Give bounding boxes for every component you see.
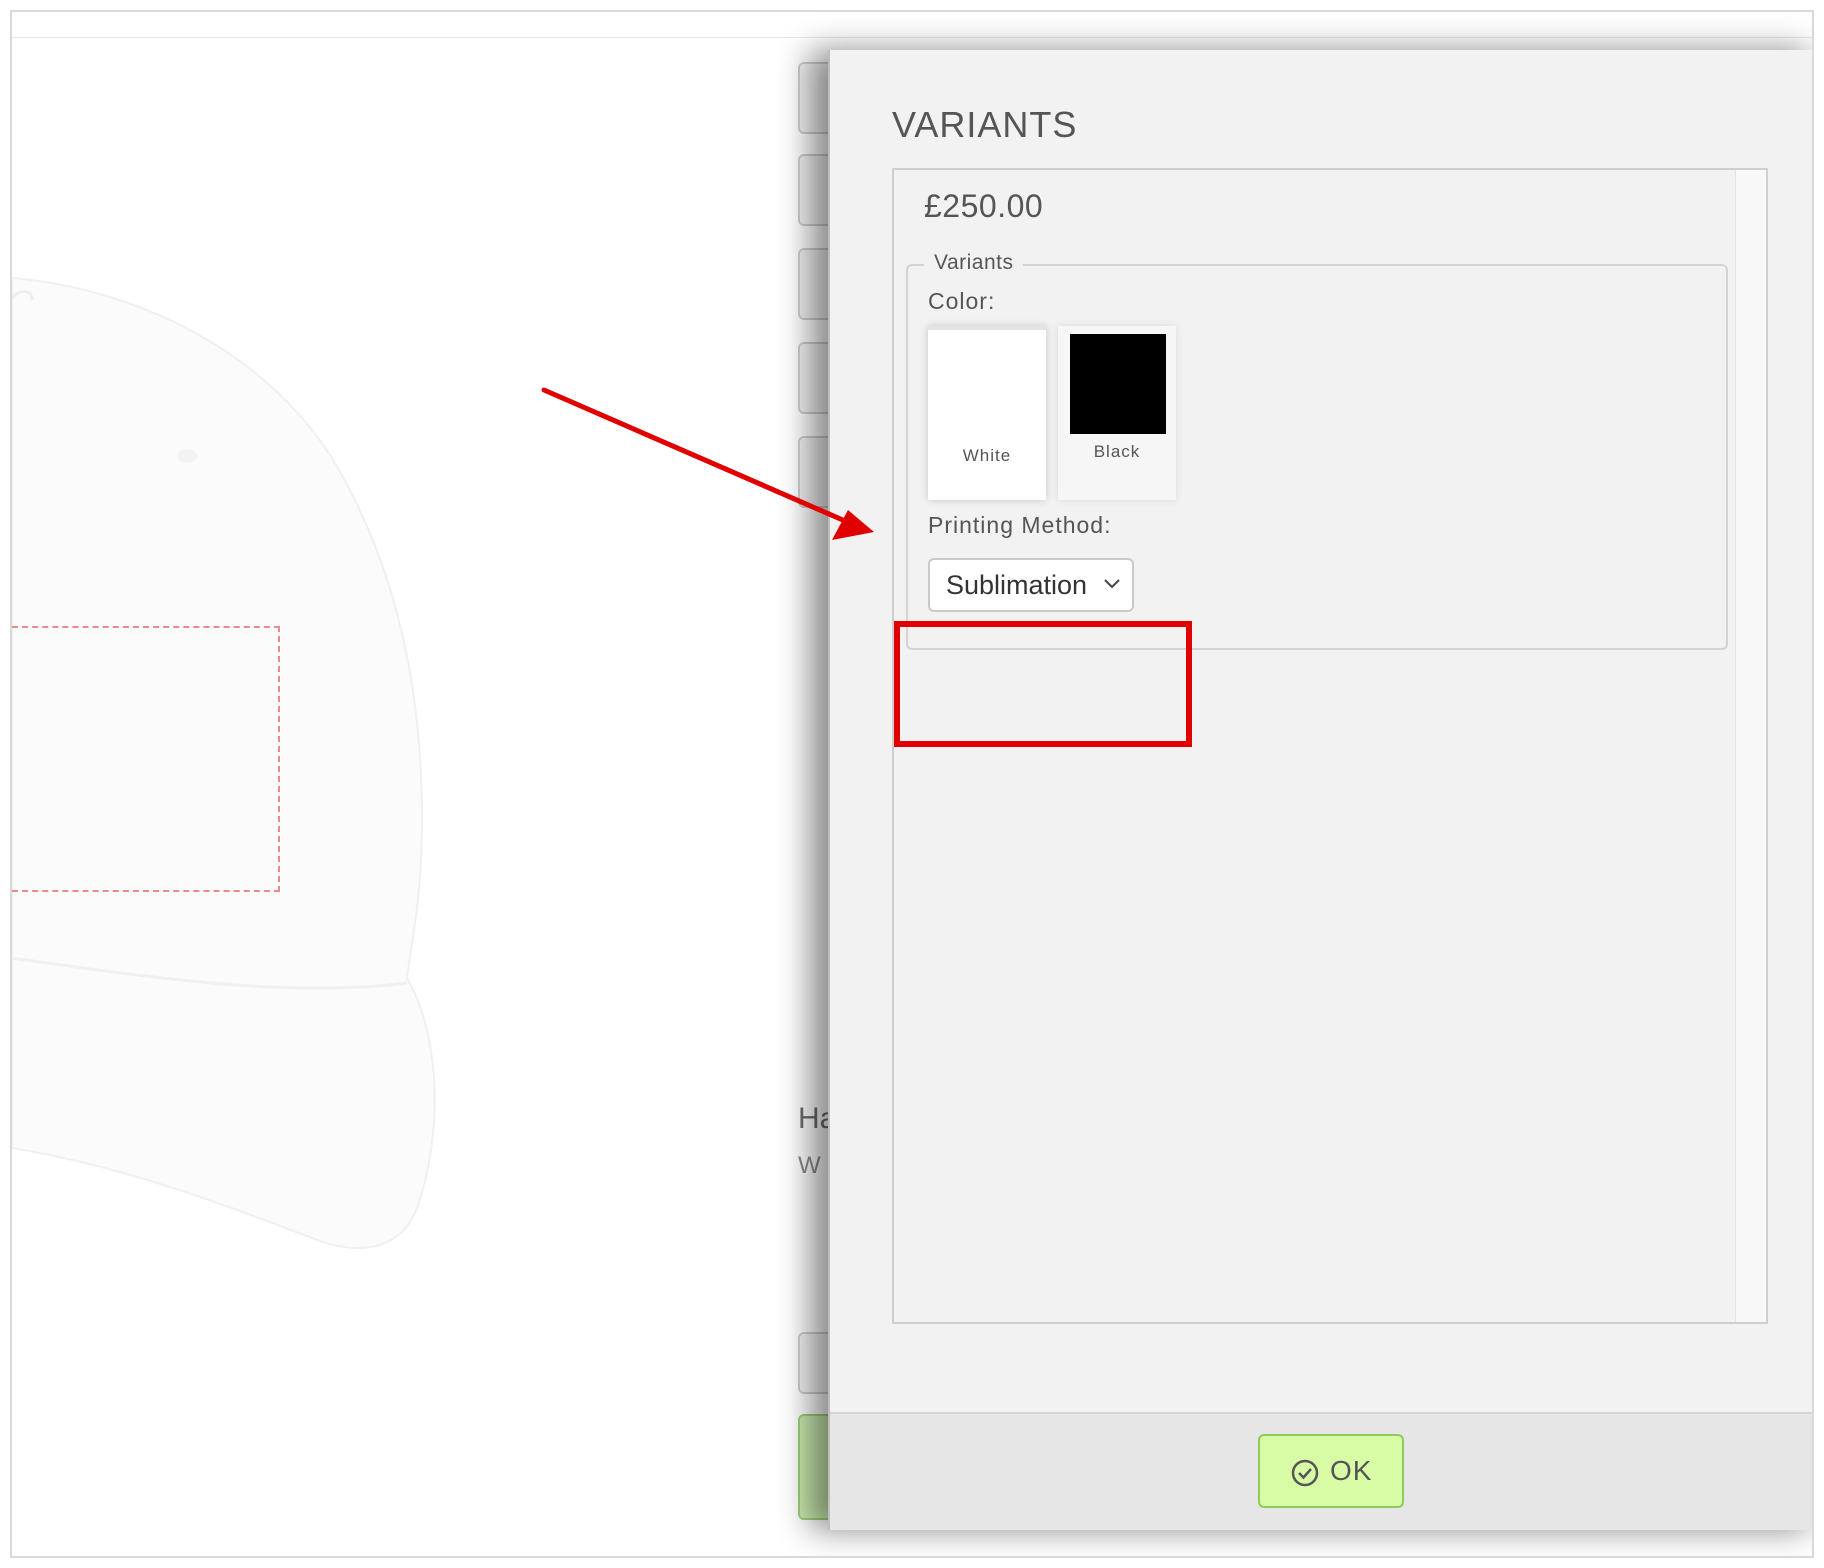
swatch-label: Black xyxy=(1093,442,1141,461)
product-canvas xyxy=(12,38,832,1556)
print-area-outline[interactable] xyxy=(12,626,280,892)
color-swatch-white[interactable]: White xyxy=(928,326,1046,500)
color-swatch-black[interactable]: Black xyxy=(1058,326,1176,500)
chevron-down-icon xyxy=(1104,579,1120,589)
color-label: Color: xyxy=(928,288,996,314)
check-circle-icon xyxy=(1291,1459,1319,1487)
fieldset-legend: Variants xyxy=(924,251,1024,275)
variants-fieldset: Variants Color: White Black Printing Met… xyxy=(906,251,1728,650)
printing-method-label: Printing Method: xyxy=(928,512,1112,538)
scrollbar[interactable] xyxy=(1735,170,1766,1322)
background-product-title: Ha xyxy=(798,1102,828,1135)
ok-button[interactable]: OK xyxy=(1258,1434,1404,1508)
modal-body: £250.00 Variants Color: White Black Prin… xyxy=(892,168,1768,1324)
select-value: Sublimation xyxy=(946,570,1088,600)
variants-modal: VARIANTS £250.00 Variants Color: White B… xyxy=(828,50,1812,1530)
browser-frame: Ha W VARIANTS £250.00 Variants Color: Wh… xyxy=(10,10,1814,1558)
white-swatch-color xyxy=(940,338,1036,438)
annotation-highlight-box xyxy=(894,621,1192,747)
background-product-subtitle: W xyxy=(798,1152,821,1179)
black-swatch-color xyxy=(1070,334,1166,434)
printing-method-select[interactable]: Sublimation xyxy=(928,558,1134,612)
price-label: £250.00 xyxy=(924,188,1044,224)
modal-footer: OK xyxy=(830,1412,1812,1530)
modal-title: VARIANTS xyxy=(892,104,1078,145)
ok-label: OK xyxy=(1330,1455,1373,1486)
swatch-label: White xyxy=(962,446,1012,465)
